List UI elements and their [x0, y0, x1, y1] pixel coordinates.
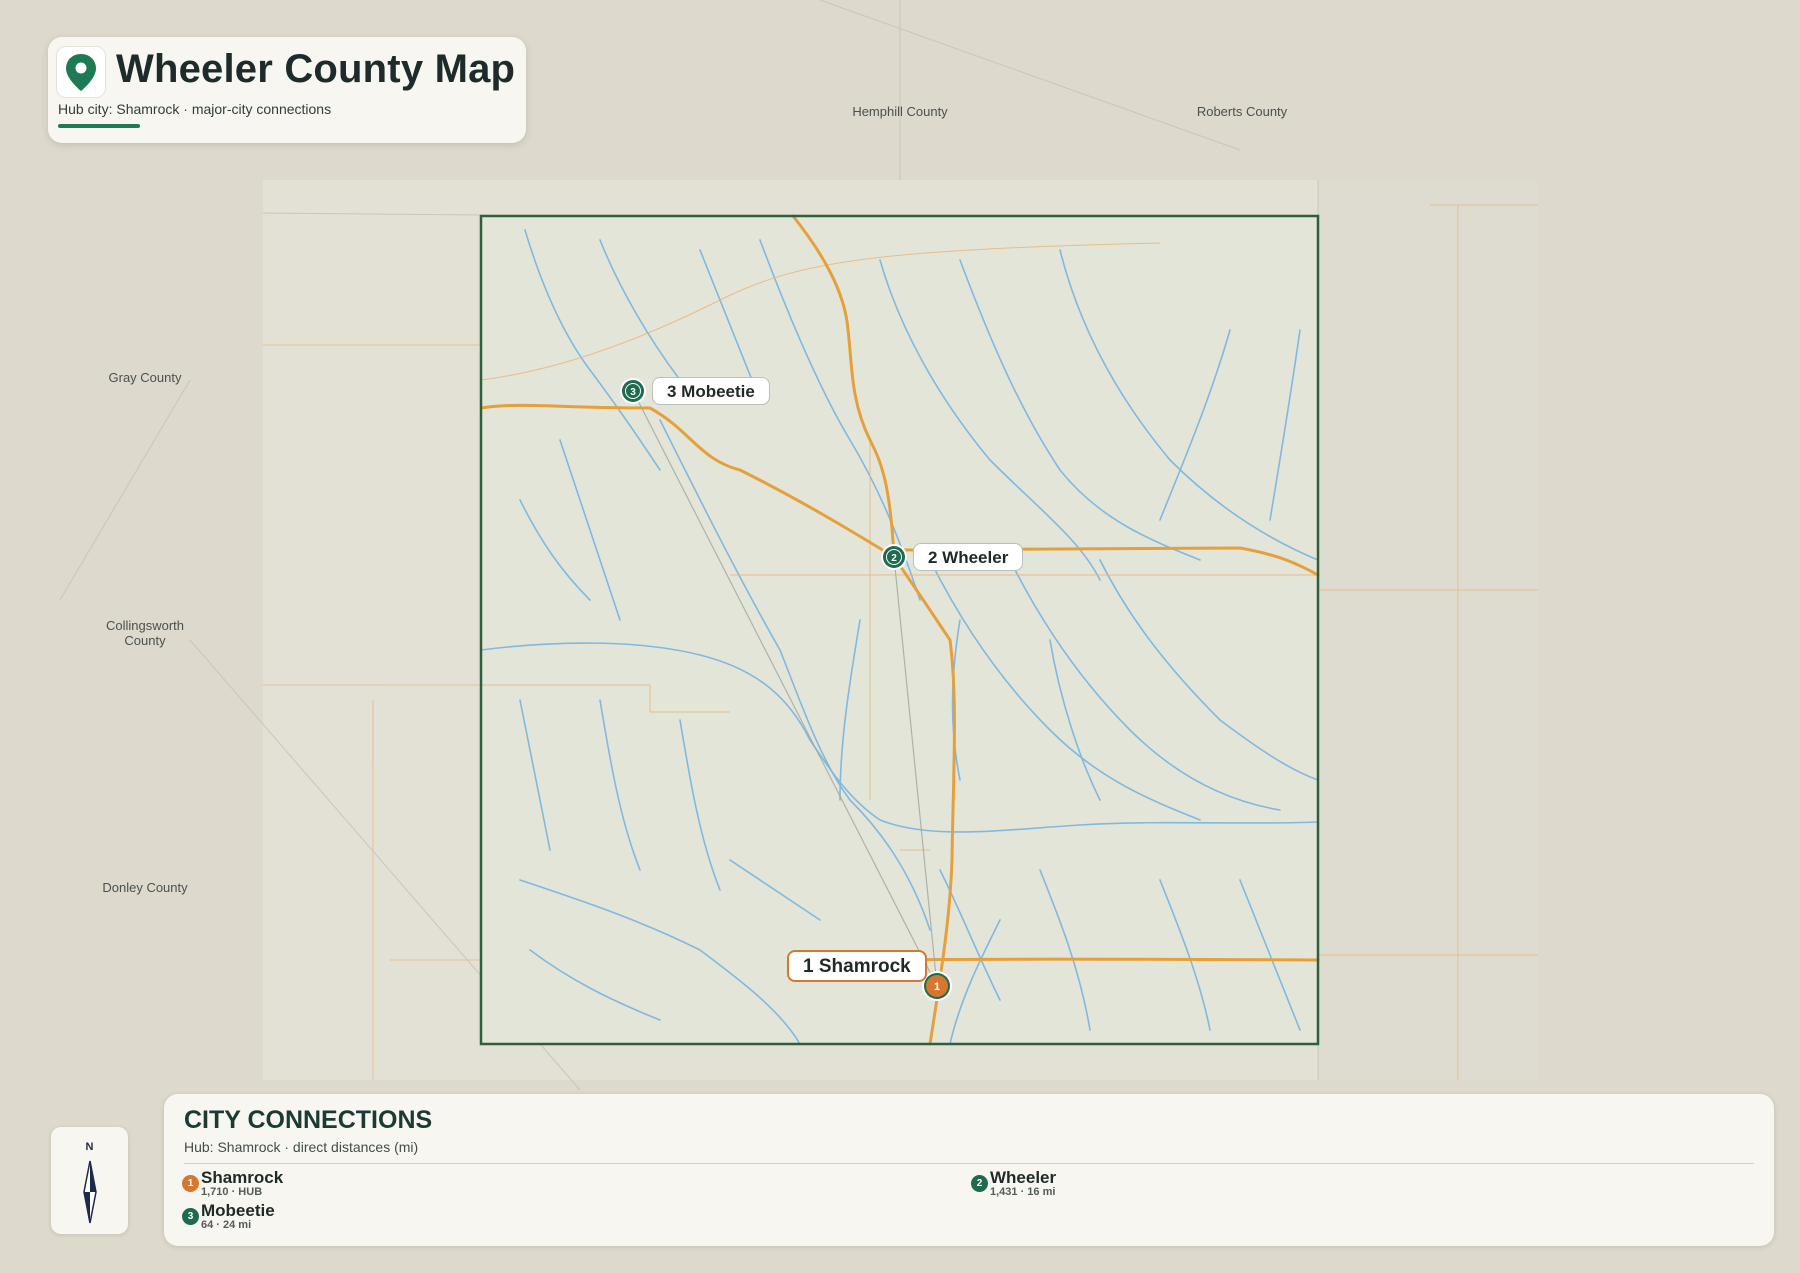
city-marker-mobeetie[interactable]: 3 [620, 378, 646, 404]
map-pin-icon [56, 46, 106, 98]
map-canvas[interactable]: 3 2 1 [0, 0, 1800, 1273]
legend-city-name: Wheeler [990, 1168, 1057, 1187]
county-label-collingsworth: Collingsworth County [105, 618, 185, 648]
city-marker-number: 1 [934, 981, 940, 993]
county-label-hemphill: Hemphill County [852, 104, 948, 119]
city-connections-legend: CITY CONNECTIONS Hub: Shamrock · direct … [164, 1094, 1774, 1246]
legend-divider [184, 1163, 1754, 1164]
wheeler-county-area [481, 216, 1318, 1044]
north-arrow-icon [83, 1160, 97, 1224]
legend-city-name: Shamrock [201, 1168, 284, 1187]
city-label-wheeler[interactable]: 2 Wheeler [913, 543, 1024, 571]
legend-subtitle: Hub: Shamrock · direct distances (mi) [184, 1139, 419, 1155]
title-card: Wheeler County Map Hub city: Shamrock · … [48, 37, 526, 143]
legend-number-badge: 1 [182, 1175, 199, 1192]
page-subtitle: Hub city: Shamrock · major-city connecti… [58, 101, 332, 117]
legend-number-badge: 2 [971, 1175, 988, 1192]
city-label-mobeetie[interactable]: 3 Mobeetie [652, 377, 770, 405]
city-marker-number: 2 [891, 553, 897, 564]
city-marker-number: 3 [630, 387, 636, 398]
page-title: Wheeler County Map [116, 47, 516, 91]
compass-north-label: N [85, 1141, 94, 1153]
city-label-shamrock[interactable]: 1 Shamrock [787, 950, 927, 982]
legend-city-meta: 1,431 · 16 mi [990, 1186, 1056, 1198]
east-region [1318, 180, 1538, 1080]
county-label-roberts: Roberts County [1196, 104, 1288, 119]
county-label-gray: Gray County [108, 370, 182, 385]
compass: N [51, 1127, 128, 1234]
legend-city-meta: 1,710 · HUB [201, 1186, 263, 1198]
legend-number-badge: 3 [182, 1208, 199, 1225]
city-marker-wheeler[interactable]: 2 [881, 544, 907, 570]
legend-title: CITY CONNECTIONS [184, 1106, 433, 1134]
legend-city-meta: 64 · 24 mi [201, 1219, 252, 1231]
title-accent-rule [58, 124, 140, 128]
legend-city-name: Mobeetie [201, 1201, 275, 1220]
county-label-donley: Donley County [102, 880, 188, 895]
